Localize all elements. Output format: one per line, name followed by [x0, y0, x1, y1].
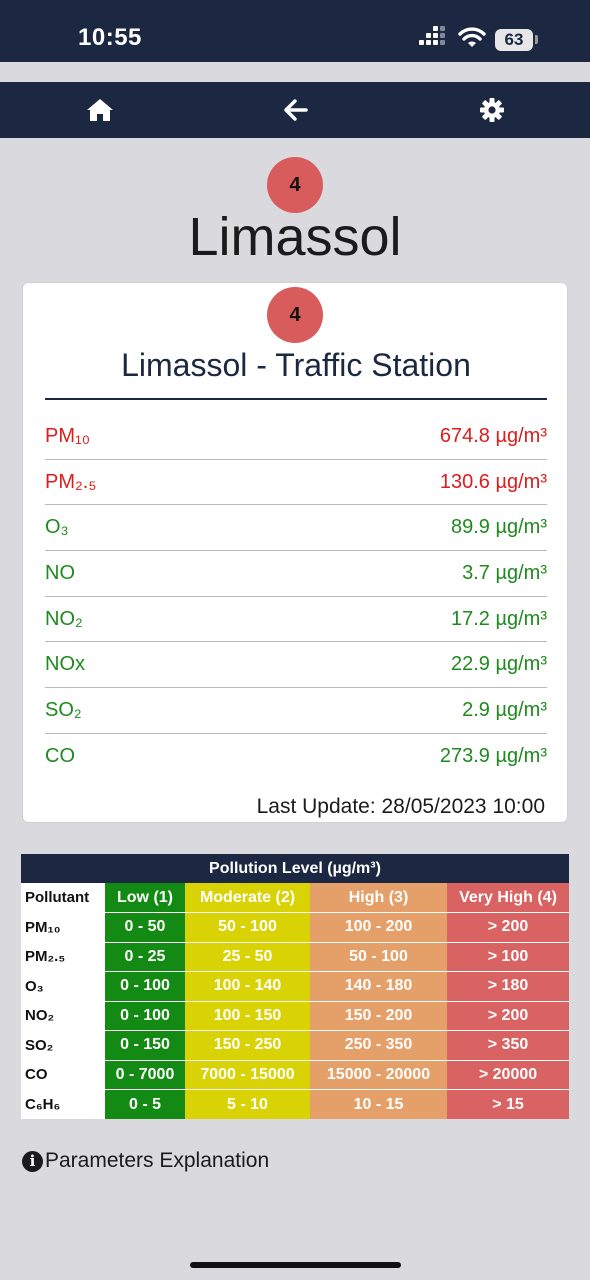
- low-cell: 0 - 7000: [105, 1059, 185, 1090]
- pollutant-value: 130.6 µg/m³: [439, 470, 547, 493]
- table-row: PM₂.₅ 0 - 25 25 - 50 50 - 100 > 100: [21, 941, 569, 972]
- title-divider: [45, 398, 547, 400]
- battery-level: 63: [504, 30, 524, 49]
- station-title: Limassol - Traffic Station: [121, 347, 471, 383]
- very-high-cell: > 15: [447, 1089, 569, 1119]
- pollutant-cell: SO₂: [21, 1030, 105, 1060]
- home-indicator: [190, 1262, 401, 1268]
- moderate-cell: 7000 - 15000: [185, 1059, 310, 1090]
- pollutant-name: PM₂.₅: [45, 470, 97, 493]
- low-cell: 0 - 5: [105, 1089, 185, 1119]
- pollutant-value: 17.2 µg/m³: [450, 607, 547, 630]
- very-high-cell: > 100: [447, 941, 569, 972]
- pollution-level-table: Pollution Level (µg/m³) Pollutant Low (1…: [21, 854, 569, 1119]
- measurement-row: PM₂.₅ 130.6 µg/m³: [45, 460, 547, 506]
- back-button[interactable]: [281, 96, 311, 124]
- low-cell: 0 - 150: [105, 1030, 185, 1060]
- moderate-cell: 150 - 250: [185, 1030, 310, 1060]
- cellular-signal-icon: [419, 26, 449, 50]
- measurement-row: CO 273.9 µg/m³: [45, 734, 547, 780]
- table-row: O₃ 0 - 100 100 - 140 140 - 180 > 180: [21, 971, 569, 1001]
- col-header-very-high: Very High (4): [447, 883, 569, 913]
- last-update: Last Update: 28/05/2023 10:00: [256, 795, 545, 818]
- measurement-row: PM₁₀ 674.8 µg/m³: [45, 414, 547, 460]
- station-card: 4 Limassol - Traffic Station PM₁₀ 674.8 µ…: [22, 282, 568, 823]
- pollutant-name: SO₂: [45, 698, 82, 721]
- high-cell: 150 - 200: [310, 1000, 447, 1031]
- very-high-cell: > 200: [447, 1000, 569, 1031]
- pollutant-cell: CO: [21, 1059, 105, 1090]
- measurement-row: SO₂ 2.9 µg/m³: [45, 688, 547, 734]
- moderate-cell: 50 - 100: [185, 912, 310, 942]
- pollutant-value: 3.7 µg/m³: [462, 561, 547, 584]
- pollutant-cell: NO₂: [21, 1000, 105, 1031]
- pollutant-name: NO₂: [45, 607, 83, 630]
- table-row: C₆H₆ 0 - 55 - 10 10 - 15 > 15: [21, 1089, 569, 1119]
- very-high-cell: > 20000: [447, 1059, 569, 1090]
- measurement-list: PM₁₀ 674.8 µg/m³ PM₂.₅ 130.6 µg/m³ O₃ 89.9 µg…: [45, 414, 547, 780]
- table-row: SO₂ 0 - 150 150 - 250 250 - 350 > 350: [21, 1030, 569, 1060]
- moderate-cell: 100 - 140: [185, 971, 310, 1001]
- pollutant-name: O₃: [45, 516, 69, 539]
- city-aqi-badge: 4: [267, 157, 323, 213]
- pollutant-cell: C₆H₆: [21, 1089, 105, 1119]
- pollutant-value: 22.9 µg/m³: [450, 653, 547, 676]
- moderate-cell: 25 - 50: [185, 941, 310, 972]
- table-row: NO₂ 0 - 100 100 - 150 150 - 200 > 200: [21, 1000, 569, 1031]
- low-cell: 0 - 100: [105, 971, 185, 1001]
- very-high-cell: > 200: [447, 912, 569, 942]
- low-cell: 0 - 25: [105, 941, 185, 972]
- battery-icon: 63: [495, 29, 533, 51]
- high-cell: 10 - 15: [310, 1089, 447, 1119]
- high-cell: 140 - 180: [310, 971, 447, 1001]
- table-row: CO 0 - 7000 7000 - 15000 15000 - 20000 > 200…: [21, 1059, 569, 1090]
- back-arrow-icon: [284, 99, 308, 121]
- gear-icon: [480, 98, 504, 122]
- pollutant-name: NO: [45, 561, 75, 584]
- very-high-cell: > 350: [447, 1030, 569, 1060]
- nav-bar: [0, 82, 590, 138]
- col-header-low: Low (1): [105, 883, 185, 913]
- settings-button[interactable]: [477, 96, 507, 124]
- pollutant-cell: PM₁₀: [21, 912, 105, 942]
- low-cell: 0 - 50: [105, 912, 185, 942]
- wifi-icon: [458, 27, 486, 47]
- battery-cap: [535, 35, 538, 44]
- pollutant-value: 89.9 µg/m³: [450, 516, 547, 539]
- table-caption: Pollution Level (µg/m³): [21, 854, 569, 883]
- status-bar: 10:55 63: [0, 0, 590, 62]
- low-cell: 0 - 100: [105, 1000, 185, 1031]
- high-cell: 15000 - 20000: [310, 1059, 447, 1090]
- pollutant-value: 273.9 µg/m³: [439, 745, 547, 768]
- high-cell: 250 - 350: [310, 1030, 447, 1060]
- station-aqi-badge: 4: [267, 287, 323, 343]
- high-cell: 50 - 100: [310, 941, 447, 972]
- col-header-moderate: Moderate (2): [185, 883, 310, 913]
- status-time: 10:55: [78, 24, 142, 51]
- col-header-high: High (3): [310, 883, 447, 913]
- home-icon: [87, 99, 113, 121]
- measurement-row: O₃ 89.9 µg/m³: [45, 505, 547, 552]
- pollutant-name: NOx: [45, 653, 85, 676]
- pollutant-value: 2.9 µg/m³: [462, 698, 547, 721]
- pollutant-name: CO: [45, 745, 75, 768]
- table-row: PM₁₀ 0 - 50 50 - 100 100 - 200 > 200: [21, 912, 569, 942]
- pollutant-cell: O₃: [21, 971, 105, 1001]
- col-header-pollutant: Pollutant: [21, 883, 105, 913]
- home-button[interactable]: [85, 96, 115, 124]
- parameters-explanation-link[interactable]: i Parameters Explanation: [22, 1149, 269, 1173]
- measurement-row: NOx 22.9 µg/m³: [45, 642, 547, 689]
- very-high-cell: > 180: [447, 971, 569, 1001]
- pollutant-cell: PM₂.₅: [21, 941, 105, 972]
- parameters-explanation-label: Parameters Explanation: [45, 1149, 270, 1172]
- info-icon: i: [22, 1150, 43, 1172]
- pollutant-value: 674.8 µg/m³: [439, 424, 547, 447]
- moderate-cell: 100 - 150: [185, 1000, 310, 1031]
- city-title: Limassol: [188, 207, 402, 267]
- high-cell: 100 - 200: [310, 912, 447, 942]
- pollutant-name: PM₁₀: [45, 424, 91, 447]
- moderate-cell: 5 - 10: [185, 1089, 310, 1119]
- measurement-row: NO 3.7 µg/m³: [45, 551, 547, 597]
- measurement-row: NO₂ 17.2 µg/m³: [45, 597, 547, 643]
